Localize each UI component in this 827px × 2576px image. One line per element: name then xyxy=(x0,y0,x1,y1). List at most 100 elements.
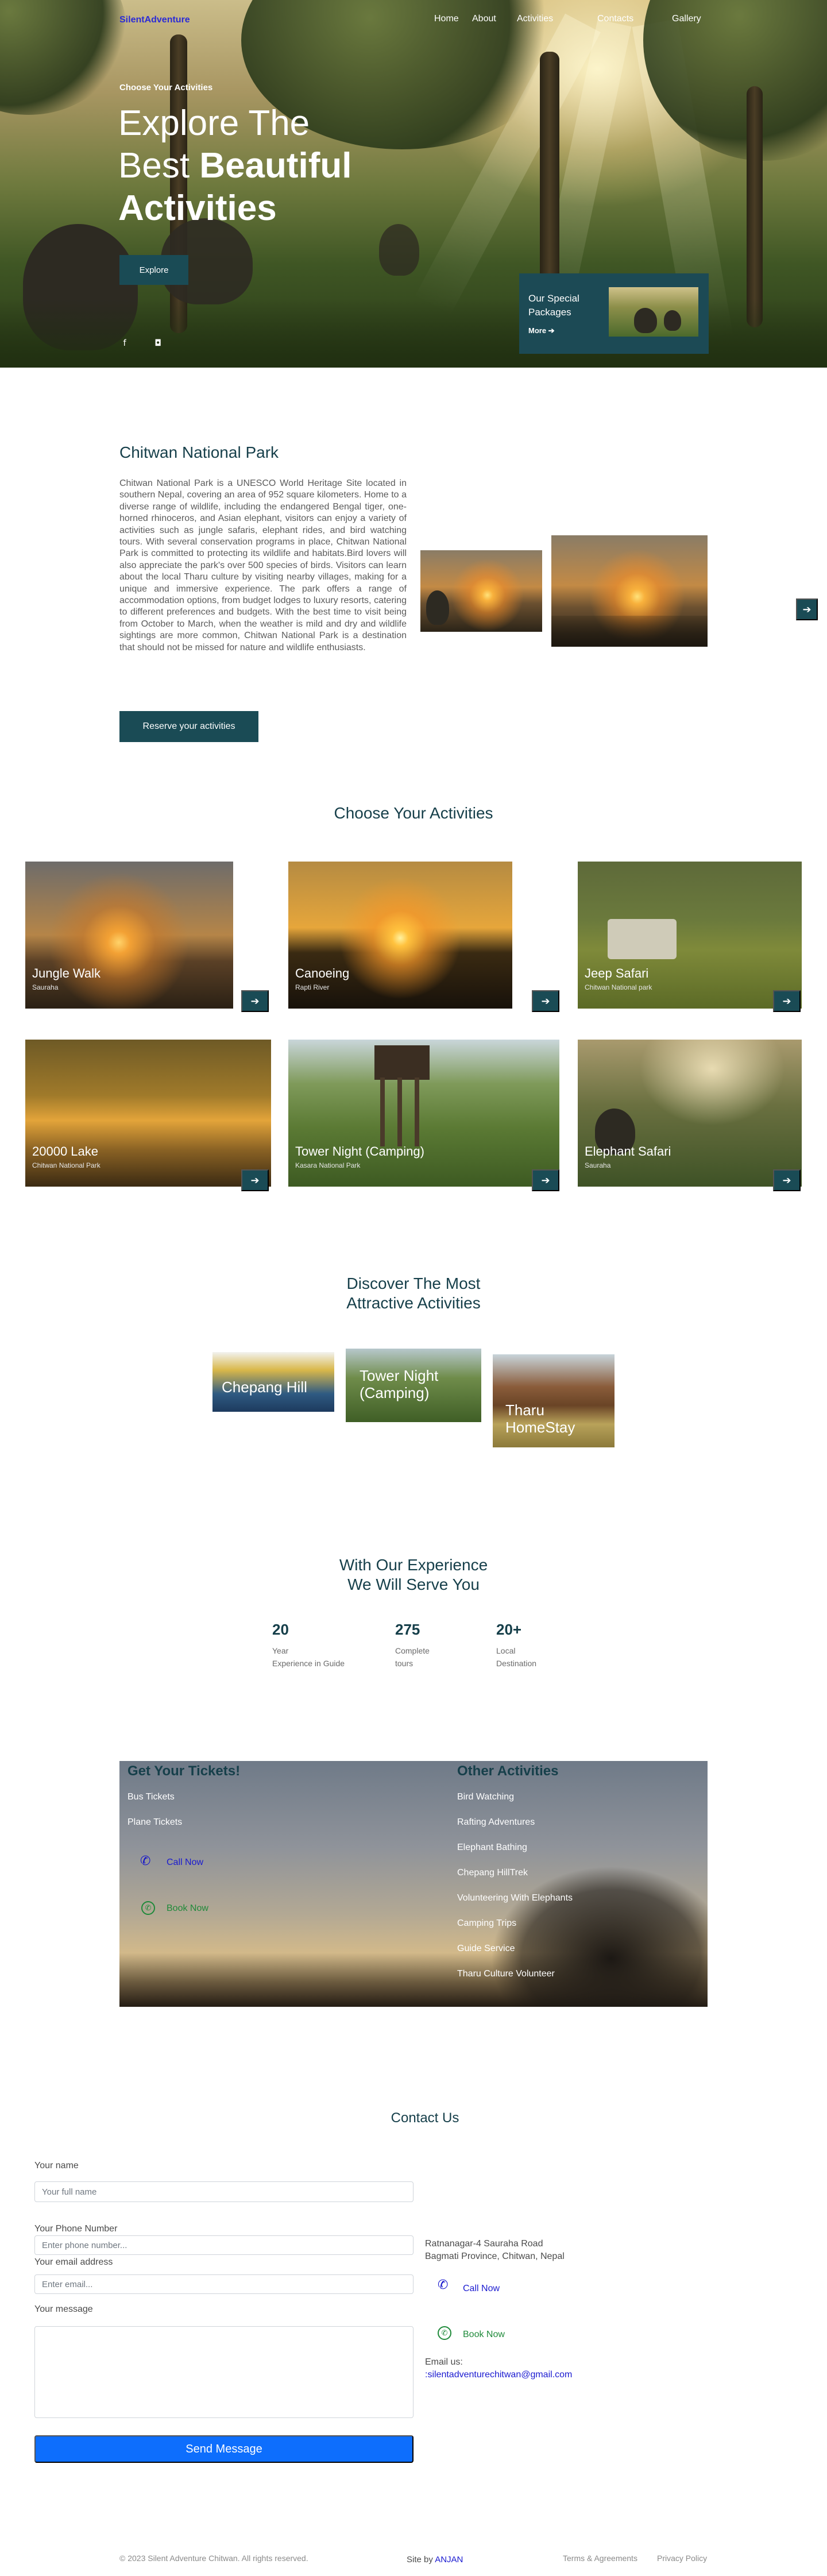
email-us-label: Email us: xyxy=(425,2357,463,2367)
discover-title-line2: Attractive Activities xyxy=(346,1294,481,1312)
activity-card-subtitle: Sauraha xyxy=(32,983,59,991)
activity-card-jeep-safari[interactable]: Jeep Safari Chitwan National park xyxy=(578,862,802,1009)
phone-label: Your Phone Number xyxy=(34,2224,118,2234)
send-message-button[interactable]: Send Message xyxy=(34,2435,413,2463)
stat-number: 20 xyxy=(272,1621,289,1638)
hero-kicker: Choose Your Activities xyxy=(119,83,213,92)
nav-home[interactable]: Home xyxy=(434,14,459,24)
activity-card-title: 20000 Lake xyxy=(32,1144,98,1158)
activity-card-20000-lake[interactable]: 20000 Lake Chitwan National Park xyxy=(25,1040,271,1187)
activity-arrow-button[interactable]: ➔ xyxy=(773,1169,801,1191)
activity-card-subtitle: Chitwan National Park xyxy=(32,1161,101,1169)
facebook-icon[interactable]: f xyxy=(117,335,132,350)
about-photo-elephant xyxy=(420,550,542,632)
nav-gallery[interactable]: Gallery xyxy=(672,14,701,24)
plane-tickets-link[interactable]: Plane Tickets xyxy=(127,1817,182,1828)
book-now-link[interactable]: Book Now xyxy=(167,1903,208,1914)
hero-title-line3: Activities xyxy=(118,188,277,228)
special-packages-more-link[interactable]: More ➔ xyxy=(528,326,555,335)
discover-card-title: Tharu HomeStay xyxy=(505,1401,575,1436)
stat-number: 275 xyxy=(395,1621,420,1638)
activity-card-canoeing[interactable]: Canoeing Rapti River xyxy=(288,862,512,1009)
hero-title: Explore The Best Beautiful Activities xyxy=(118,102,474,230)
discover-card-chepang-hill[interactable]: Chepang Hill xyxy=(212,1352,334,1412)
other-activity-link[interactable]: Elephant Bathing xyxy=(457,1843,527,1853)
activities-title: Choose Your Activities xyxy=(334,804,493,822)
activity-arrow-button[interactable]: ➔ xyxy=(532,990,559,1012)
nav-about[interactable]: About xyxy=(472,14,496,24)
footer-copyright: © 2023 Silent Adventure Chitwan. All rig… xyxy=(119,2554,308,2563)
footer-author-link[interactable]: ANJAN xyxy=(435,2555,463,2565)
instagram-icon[interactable]: ◘ xyxy=(150,335,165,350)
experience-title: With Our Experience We Will Serve You xyxy=(0,1555,827,1594)
main-nav: Home About Activities Contacts Gallery xyxy=(0,14,827,28)
other-activity-link[interactable]: Camping Trips xyxy=(457,1918,516,1929)
footer-privacy-link[interactable]: Privacy Policy xyxy=(657,2554,707,2563)
photo-ground xyxy=(551,616,708,647)
other-activity-link[interactable]: Guide Service xyxy=(457,1944,515,1954)
whatsapp-icon: ✆ xyxy=(438,2326,451,2340)
email-label: Your email address xyxy=(34,2257,113,2267)
other-activity-link[interactable]: Chepang HillTrek xyxy=(457,1868,528,1878)
nav-contacts[interactable]: Contacts xyxy=(597,14,633,24)
scroll-top-button[interactable]: ➔ xyxy=(796,598,818,620)
contact-call-now-link[interactable]: Call Now xyxy=(463,2284,500,2294)
activity-arrow-button[interactable]: ➔ xyxy=(532,1169,559,1191)
activity-card-elephant-safari[interactable]: Elephant Safari Sauraha xyxy=(578,1040,802,1187)
hero-section: SilentAdventure Home About Activities Co… xyxy=(0,0,827,368)
activity-arrow-button[interactable]: ➔ xyxy=(241,990,269,1012)
stat-label: Destination xyxy=(496,1659,537,1668)
email-input[interactable] xyxy=(34,2274,413,2294)
activity-card-subtitle: Chitwan National park xyxy=(585,983,652,991)
activity-arrow-button[interactable]: ➔ xyxy=(773,990,801,1012)
activity-card-title: Jeep Safari xyxy=(585,966,649,980)
bus-tickets-link[interactable]: Bus Tickets xyxy=(127,1792,175,1802)
other-activity-link[interactable]: Bird Watching xyxy=(457,1792,514,1802)
activities-section: Choose Your Activities Jungle Walk Saura… xyxy=(0,758,827,1218)
email-link[interactable]: :silentadventurechitwan@gmail.com xyxy=(425,2369,572,2381)
stat-destinations: 20+ Local Destination xyxy=(496,1621,577,1670)
about-body: Chitwan National Park is a UNESCO World … xyxy=(119,478,407,652)
stat-label: Experience in Guide xyxy=(272,1659,345,1668)
other-activity-link[interactable]: Tharu Culture Volunteer xyxy=(457,1969,555,1979)
phone-icon: ✆ xyxy=(438,2278,449,2292)
special-packages-card[interactable]: Our Special Packages More ➔ xyxy=(519,273,709,354)
about-photo-sunset xyxy=(551,535,708,647)
other-activities-title: Other Activities xyxy=(457,1763,559,1779)
name-input[interactable] xyxy=(34,2181,413,2202)
activity-card-tower-night[interactable]: Tower Night (Camping) Kasara National Pa… xyxy=(288,1040,559,1187)
activity-arrow-button[interactable]: ➔ xyxy=(241,1169,269,1191)
footer-site-by-label: Site by xyxy=(407,2555,435,2565)
elephant-silhouette xyxy=(379,224,419,276)
stat-label: Year xyxy=(272,1646,289,1655)
other-activity-link[interactable]: Rafting Adventures xyxy=(457,1817,535,1828)
activity-card-title: Elephant Safari xyxy=(585,1144,671,1158)
activity-card-jungle-walk[interactable]: Jungle Walk Sauraha xyxy=(25,862,233,1009)
activity-card-title: Tower Night (Camping) xyxy=(295,1144,424,1158)
explore-button[interactable]: Explore xyxy=(119,255,188,285)
footer-terms-link[interactable]: Terms & Agreements xyxy=(563,2554,637,2563)
name-label: Your name xyxy=(34,2161,79,2171)
tree-trunk xyxy=(747,86,763,327)
phone-input[interactable] xyxy=(34,2235,413,2255)
message-textarea[interactable] xyxy=(34,2326,413,2418)
call-now-link[interactable]: Call Now xyxy=(167,1857,203,1868)
activity-card-subtitle: Rapti River xyxy=(295,983,330,991)
contact-book-now-link[interactable]: Book Now xyxy=(463,2330,505,2340)
discover-card-tower-night[interactable]: Tower Night (Camping) xyxy=(346,1349,481,1422)
other-activity-link[interactable]: Volunteering With Elephants xyxy=(457,1893,573,1903)
special-packages-image xyxy=(609,287,698,337)
footer-site-by: Site by ANJAN xyxy=(407,2555,463,2565)
elephant-silhouette xyxy=(634,308,657,333)
activity-card-subtitle: Kasara National Park xyxy=(295,1161,361,1169)
reserve-activities-button[interactable]: Reserve your activities xyxy=(119,711,258,742)
stat-label: Complete xyxy=(395,1646,430,1655)
nav-activities[interactable]: Activities xyxy=(517,14,553,24)
elephant-silhouette xyxy=(664,310,681,331)
message-label: Your message xyxy=(34,2304,93,2314)
experience-section: With Our Experience We Will Serve You 20… xyxy=(0,1493,827,1761)
discover-card-tharu-homestay[interactable]: Tharu HomeStay xyxy=(493,1354,615,1447)
stat-label: tours xyxy=(395,1659,413,1668)
discover-section: Discover The Most Attractive Activities … xyxy=(0,1218,827,1493)
experience-title-line1: With Our Experience xyxy=(339,1556,488,1574)
